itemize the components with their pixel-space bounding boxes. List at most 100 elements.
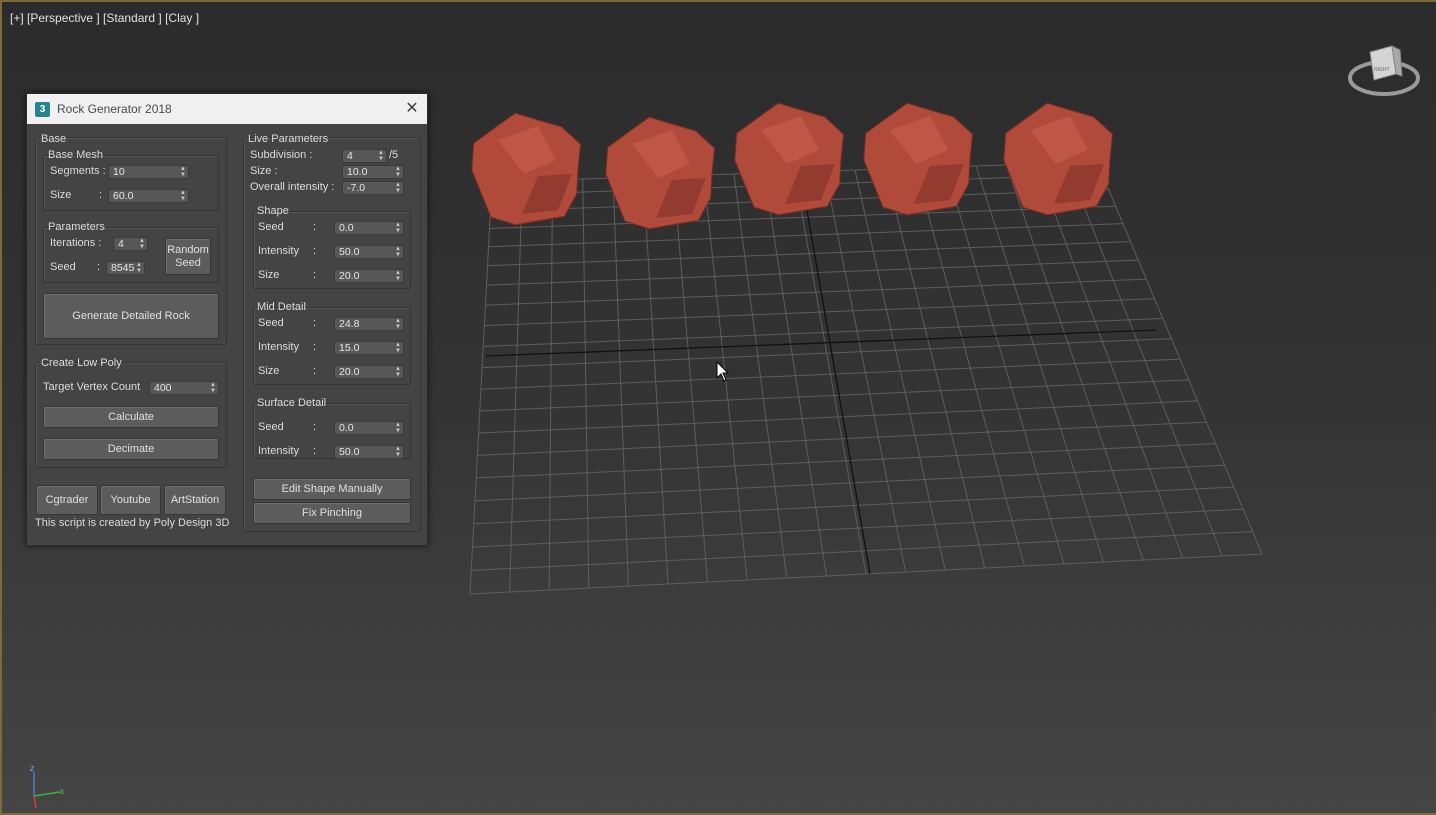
overall-intensity-spinner[interactable]: -7.0 ▲ ▼ bbox=[342, 181, 404, 195]
subdivision-label: Subdivision : bbox=[250, 149, 313, 161]
spinner-arrows-icon[interactable]: ▲ ▼ bbox=[179, 190, 187, 202]
surface-intensity-label: Intensity bbox=[258, 445, 299, 457]
spinner-arrows-icon[interactable]: ▲ ▼ bbox=[394, 366, 402, 378]
rock-mesh bbox=[605, 116, 716, 230]
close-icon[interactable]: ✕ bbox=[403, 99, 421, 117]
spinner-arrows-icon[interactable]: ▲ ▼ bbox=[394, 342, 402, 354]
spinner-arrows-icon[interactable]: ▲ ▼ bbox=[377, 150, 385, 162]
overall-intensity-label: Overall intensity : bbox=[250, 181, 335, 193]
shape-seed-colon: : bbox=[313, 221, 317, 233]
subdivision-max: /5 bbox=[389, 149, 399, 161]
spinner-arrows-icon[interactable]: ▲ ▼ bbox=[209, 382, 217, 394]
mid-seed-colon: : bbox=[313, 317, 317, 329]
shape-size-spinner[interactable]: 20.0 ▲ ▼ bbox=[334, 269, 404, 283]
spinner-arrows-icon[interactable]: ▲ ▼ bbox=[179, 166, 187, 178]
surface-detail-title: Surface Detail bbox=[257, 397, 327, 409]
spinner-arrows-icon[interactable]: ▲ ▼ bbox=[394, 446, 402, 458]
target-vertex-spinner[interactable]: 400 ▲ ▼ bbox=[149, 381, 219, 395]
target-vertex-label: Target Vertex Count bbox=[43, 381, 141, 393]
shape-title: Shape bbox=[257, 205, 289, 217]
mid-seed-label: Seed bbox=[258, 317, 284, 329]
shape-intensity-spinner[interactable]: 50.0 ▲ ▼ bbox=[334, 245, 404, 259]
spinner-arrows-icon[interactable]: ▲ ▼ bbox=[394, 422, 402, 434]
seed-label: Seed bbox=[50, 261, 76, 273]
seed-value: 8545 bbox=[111, 262, 135, 274]
low-poly-title: Create Low Poly bbox=[41, 357, 122, 369]
mid-detail-title: Mid Detail bbox=[257, 301, 306, 313]
viewcube[interactable]: RIGHT bbox=[1342, 38, 1428, 108]
spinner-arrows-icon[interactable]: ▲ ▼ bbox=[138, 238, 146, 250]
credit-text: This script is created by Poly Design 3D bbox=[35, 517, 230, 529]
mid-seed-spinner[interactable]: 24.8 ▲ ▼ bbox=[334, 317, 404, 331]
spinner-arrows-icon[interactable]: ▲ ▼ bbox=[394, 166, 402, 178]
mid-intensity-spinner[interactable]: 15.0 ▲ ▼ bbox=[334, 341, 404, 355]
3dsmax-icon: 3 bbox=[35, 101, 50, 117]
spinner-arrows-icon[interactable]: ▲ ▼ bbox=[394, 246, 402, 258]
spinner-arrows-icon[interactable]: ▲ ▼ bbox=[394, 182, 402, 194]
surface-intensity-spinner[interactable]: 50.0 ▲ ▼ bbox=[334, 445, 404, 459]
fix-pinching-button[interactable]: Fix Pinching bbox=[253, 502, 411, 524]
dialog-title: Rock Generator 2018 bbox=[57, 102, 172, 116]
shape-intensity-label: Intensity bbox=[258, 245, 299, 257]
target-vertex-value: 400 bbox=[154, 382, 172, 394]
seed-colon: : bbox=[97, 261, 101, 273]
base-mesh-title: Base Mesh bbox=[48, 149, 104, 161]
mid-size-colon: : bbox=[313, 365, 317, 377]
shape-seed-label: Seed bbox=[258, 221, 284, 233]
spinner-arrows-icon[interactable]: ▲ ▼ bbox=[135, 262, 143, 274]
base-group-title: Base bbox=[41, 133, 67, 145]
calculate-button[interactable]: Calculate bbox=[43, 406, 219, 428]
surface-seed-spinner[interactable]: 0.0 ▲ ▼ bbox=[334, 421, 404, 435]
shape-size-colon: : bbox=[313, 269, 317, 281]
rock-mesh bbox=[734, 102, 845, 216]
overall-intensity-value: -7.0 bbox=[347, 182, 366, 194]
spinner-arrows-icon[interactable]: ▲ ▼ bbox=[394, 270, 402, 282]
subdivision-value: 4 bbox=[347, 150, 353, 162]
random-seed-button[interactable]: Random Seed bbox=[165, 238, 211, 275]
size-label: Size bbox=[50, 189, 72, 201]
axis-z-label: z bbox=[30, 763, 35, 773]
dialog-titlebar[interactable]: 3 Rock Generator 2018 ✕ bbox=[27, 94, 427, 124]
segments-label: Segments : bbox=[50, 165, 106, 177]
surface-seed-value: 0.0 bbox=[339, 422, 354, 434]
surface-intensity-value: 50.0 bbox=[339, 446, 360, 458]
shape-intensity-colon: : bbox=[313, 245, 317, 257]
mid-size-value: 20.0 bbox=[339, 366, 360, 378]
rock-mesh bbox=[1003, 102, 1114, 216]
size-colon: : bbox=[99, 189, 103, 201]
shape-size-label: Size bbox=[258, 269, 280, 281]
iterations-spinner[interactable]: 4 ▲ ▼ bbox=[113, 237, 148, 251]
spinner-arrows-icon[interactable]: ▲ ▼ bbox=[394, 222, 402, 234]
edit-shape-manually-button[interactable]: Edit Shape Manually bbox=[253, 478, 411, 500]
shape-seed-value: 0.0 bbox=[339, 222, 354, 234]
iterations-value: 4 bbox=[118, 238, 124, 250]
cgtrader-button[interactable]: Cgtrader bbox=[36, 485, 98, 515]
size-value: 60.0 bbox=[113, 190, 134, 202]
mid-intensity-value: 15.0 bbox=[339, 342, 360, 354]
live-size-value: 10.0 bbox=[347, 166, 368, 178]
decimate-button[interactable]: Decimate bbox=[43, 438, 219, 460]
live-size-spinner[interactable]: 10.0 ▲ ▼ bbox=[342, 165, 404, 179]
youtube-button[interactable]: Youtube bbox=[100, 485, 161, 515]
live-parameters-title: Live Parameters bbox=[248, 133, 329, 145]
seed-spinner[interactable]: 8545 ▲ ▼ bbox=[106, 261, 145, 275]
iterations-label: Iterations : bbox=[50, 237, 102, 249]
mid-intensity-label: Intensity bbox=[258, 341, 299, 353]
mid-size-spinner[interactable]: 20.0 ▲ ▼ bbox=[334, 365, 404, 379]
mid-seed-value: 24.8 bbox=[339, 318, 360, 330]
axis-tripod: z x bbox=[30, 763, 64, 809]
size-spinner[interactable]: 60.0 ▲ ▼ bbox=[108, 189, 189, 203]
segments-spinner[interactable]: 10 ▲ ▼ bbox=[108, 165, 189, 179]
surface-seed-label: Seed bbox=[258, 421, 284, 433]
artstation-button[interactable]: ArtStation bbox=[164, 485, 226, 515]
spinner-arrows-icon[interactable]: ▲ ▼ bbox=[394, 318, 402, 330]
rock-mesh bbox=[863, 102, 974, 216]
surface-intensity-colon: : bbox=[313, 445, 317, 457]
shape-size-value: 20.0 bbox=[339, 270, 360, 282]
mouse-cursor-icon bbox=[716, 361, 730, 382]
generate-detailed-rock-button[interactable]: Generate Detailed Rock bbox=[43, 293, 219, 339]
parameters-title: Parameters bbox=[48, 221, 105, 233]
subdivision-spinner[interactable]: 4 ▲ ▼ bbox=[342, 149, 387, 163]
shape-seed-spinner[interactable]: 0.0 ▲ ▼ bbox=[334, 221, 404, 235]
rock-mesh bbox=[471, 112, 582, 226]
